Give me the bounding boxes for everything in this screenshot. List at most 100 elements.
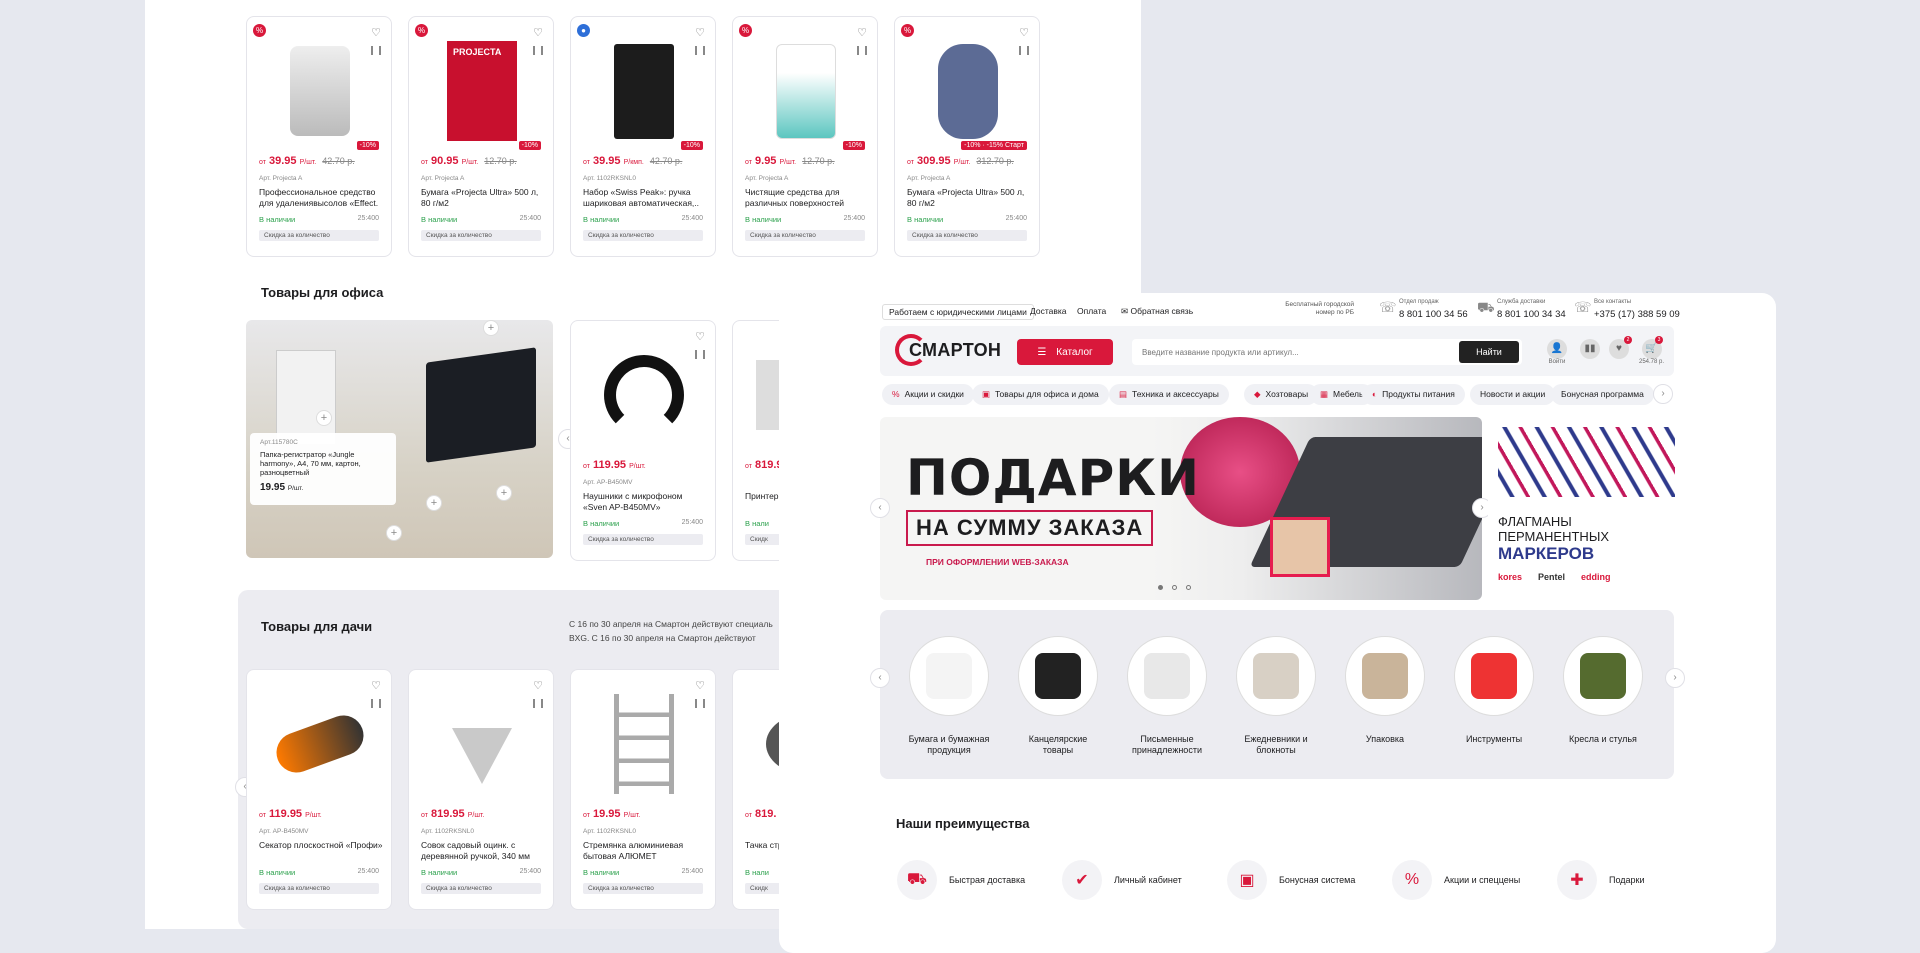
nav-item[interactable]: Бонусная программа	[1551, 384, 1654, 405]
compare-icon[interactable]	[695, 46, 705, 55]
category-item[interactable]: Письменные принадлежности	[1125, 636, 1209, 756]
hotspot[interactable]: +	[386, 525, 402, 541]
catalog-button[interactable]: ☰ Каталог	[1017, 339, 1113, 365]
product-title[interactable]: Бумага «Projecta Ultra» 500 л, 80 г/м2	[907, 187, 1031, 209]
heart-icon[interactable]: ♡	[371, 679, 381, 692]
discount-icon: %	[901, 24, 914, 37]
product-article: Арт. 1102RKSNL0	[583, 828, 636, 835]
product-title[interactable]: Совок садовый оцинк. с деревянной ручкой…	[421, 840, 545, 862]
service-phone-block[interactable]: ⛟ Служба доставки 8 801 100 34 34	[1477, 299, 1566, 320]
product-title[interactable]: Профессиональное средство для удалениявы…	[259, 187, 383, 209]
category-item[interactable]: Бумага и бумажная продукция	[907, 636, 991, 756]
categories-next-button[interactable]: ›	[1665, 668, 1685, 688]
account-button[interactable]: 👤 Войти	[1547, 339, 1567, 365]
heart-icon[interactable]: ♡	[1019, 26, 1029, 39]
product-card[interactable]: PROJECTA % ♡ -10% от 90.95 Р/шт. 12.70 р.…	[408, 16, 554, 257]
category-item[interactable]: Канцелярские товары	[1016, 636, 1100, 756]
side-line2: ПЕРМАНЕНТНЫХ	[1498, 529, 1609, 544]
hotspot[interactable]: +	[426, 495, 442, 511]
nav-item[interactable]: Новости и акции	[1470, 384, 1556, 405]
compare-icon[interactable]: ▮▮	[1580, 339, 1600, 359]
heart-icon[interactable]: ♡	[695, 26, 705, 39]
compare-icon[interactable]	[371, 46, 381, 55]
category-item[interactable]: Кресла и стулья	[1561, 636, 1645, 745]
price-unit: Р/шт.	[305, 812, 322, 819]
hotspot[interactable]: +	[316, 410, 332, 426]
heart-icon[interactable]: ♡	[371, 26, 381, 39]
category-item[interactable]: Упаковка	[1343, 636, 1427, 745]
brand-kores: kores	[1498, 572, 1523, 582]
heart-icon[interactable]: ♡	[533, 679, 543, 692]
nav-item[interactable]: ◆ Хозтовары	[1244, 384, 1319, 405]
product-card[interactable]: ♡ от 819.95 Р/шт. Арт. 1102RKSNL0 Совок …	[408, 669, 554, 910]
category-item[interactable]: Инструменты	[1452, 636, 1536, 745]
nav-label: Продукты питания	[1382, 389, 1455, 399]
old-price: 312.70 р.	[976, 156, 1014, 166]
heart-icon[interactable]: ♡	[695, 330, 705, 343]
compare-icon[interactable]	[695, 699, 705, 708]
catalog-label: Каталог	[1056, 346, 1093, 358]
product-card[interactable]: ● ♡ -10% от 39.95 Р/кмп. 42.70 р. Арт. 11…	[570, 16, 716, 257]
product-card[interactable]: ♡ от 119.95 Р/шт. Арт. AP-B450MV Секатор…	[246, 669, 392, 910]
slider-dots[interactable]	[1158, 585, 1191, 590]
hotspot[interactable]: +	[483, 320, 499, 336]
sales-phone-block[interactable]: ☏ Отдел продаж 8 801 100 34 56	[1379, 299, 1468, 320]
availability: В нали	[745, 868, 769, 877]
phone-icon: ☏	[1379, 299, 1397, 315]
compare-icon[interactable]	[533, 46, 543, 55]
advantage-icon: ✚	[1557, 860, 1597, 900]
delivery-link[interactable]: Доставка	[1030, 306, 1067, 316]
category-label: Кресла и стулья	[1569, 734, 1637, 744]
product-article: Арт. Projecta A	[907, 175, 951, 182]
heart-icon[interactable]: ♡	[695, 679, 705, 692]
product-card[interactable]: ♡ от 119.95 Р/шт. Арт. AP-B450MV Наушник…	[570, 320, 716, 561]
discount-badge: -10%	[680, 141, 703, 150]
compare-icon[interactable]	[371, 699, 381, 708]
side-banner[interactable]: ФЛАГМАНЫ ПЕРМАНЕНТНЫХ МАРКЕРОВ kores Pent…	[1488, 417, 1675, 600]
product-title[interactable]: Набор «Swiss Peak»: ручка шариковая авто…	[583, 187, 707, 209]
product-card[interactable]: % ♡ -10% · -15% Старт от 309.95 Р/шт. 312…	[894, 16, 1040, 257]
search-button[interactable]: Найти	[1459, 341, 1519, 363]
categories-prev-button[interactable]: ‹	[870, 668, 890, 688]
price-unit: Р/кмп.	[623, 159, 644, 166]
payment-link[interactable]: Оплата	[1077, 306, 1106, 316]
nav-item[interactable]: % Акции и скидки	[882, 384, 974, 405]
office-section-title: Товары для офиса	[261, 285, 384, 300]
availability: В наличии	[259, 868, 296, 877]
banner-line3: ПРИ ОФОРМЛЕНИИ WEB-ЗАКАЗА	[926, 557, 1069, 567]
product-card[interactable]: % ♡ -10% от 9.95 Р/шт. 12.70 р. Арт. Proj…	[732, 16, 878, 257]
product-card[interactable]: ♡ от 19.95 Р/шт. Арт. 1102RKSNL0 Стремян…	[570, 669, 716, 910]
compare-icon[interactable]	[695, 350, 705, 359]
product-image	[421, 684, 543, 804]
contacts-phone-block[interactable]: ☏ Все контакты +375 (17) 388 59 09	[1574, 299, 1680, 320]
product-popup[interactable]: Арт.115780С Папка-регистратор «Jungle ha…	[250, 433, 396, 505]
contacts-phone: +375 (17) 388 59 09	[1594, 309, 1680, 320]
heart-icon[interactable]: ♡	[533, 26, 543, 39]
product-card[interactable]: % ♡ -10% от 39.95 Р/шт. 42.70 р. Арт. Pro…	[246, 16, 392, 257]
product-title[interactable]: Чистящие средства для различных поверхно…	[745, 187, 869, 209]
main-banner[interactable]: ПОДАРКИ НА СУММУ ЗАКАЗА ПРИ ОФОРМЛЕНИИ W…	[880, 417, 1482, 600]
legal-link[interactable]: Работаем с юридическими лицами	[882, 304, 1034, 320]
feedback-link[interactable]: ✉ Обратная связь	[1121, 306, 1193, 317]
banner-line2: НА СУММУ ЗАКАЗА	[906, 510, 1154, 546]
compare-icon[interactable]	[533, 699, 543, 708]
banner-prev-button[interactable]: ‹	[870, 498, 890, 518]
nav-next-button[interactable]: ›	[1653, 384, 1673, 404]
heart-icon[interactable]: ♡	[857, 26, 867, 39]
popup-unit: Р/шт.	[287, 485, 304, 492]
category-item[interactable]: Ежедневники и блокноты	[1234, 636, 1318, 756]
truck-icon: ⛟	[1477, 299, 1495, 315]
nav-item[interactable]: ▣ Товары для офиса и дома	[972, 384, 1109, 405]
compare-icon[interactable]	[1019, 46, 1029, 55]
nav-item[interactable]: ▤ Техника и аксессуары	[1109, 384, 1229, 405]
compare-icon[interactable]	[857, 46, 867, 55]
delivery-time: 25:400	[519, 215, 541, 222]
product-title[interactable]: Стремянка алюминиевая бытовая АЛЮМЕТ	[583, 840, 707, 862]
hotspot[interactable]: +	[496, 485, 512, 501]
nav-item[interactable]: ◐ Продукты питания	[1362, 384, 1465, 405]
logo[interactable]: СМАРТОН	[895, 334, 1001, 366]
sales-label: Отдел продаж	[1399, 299, 1439, 305]
product-title[interactable]: Секатор плоскостной «Профи»	[259, 840, 383, 862]
product-title[interactable]: Бумага «Projecta Ultra» 500 л, 80 г/м2	[421, 187, 545, 209]
product-title[interactable]: Наушники с микрофоном «Sven AP-B450MV»	[583, 491, 707, 513]
